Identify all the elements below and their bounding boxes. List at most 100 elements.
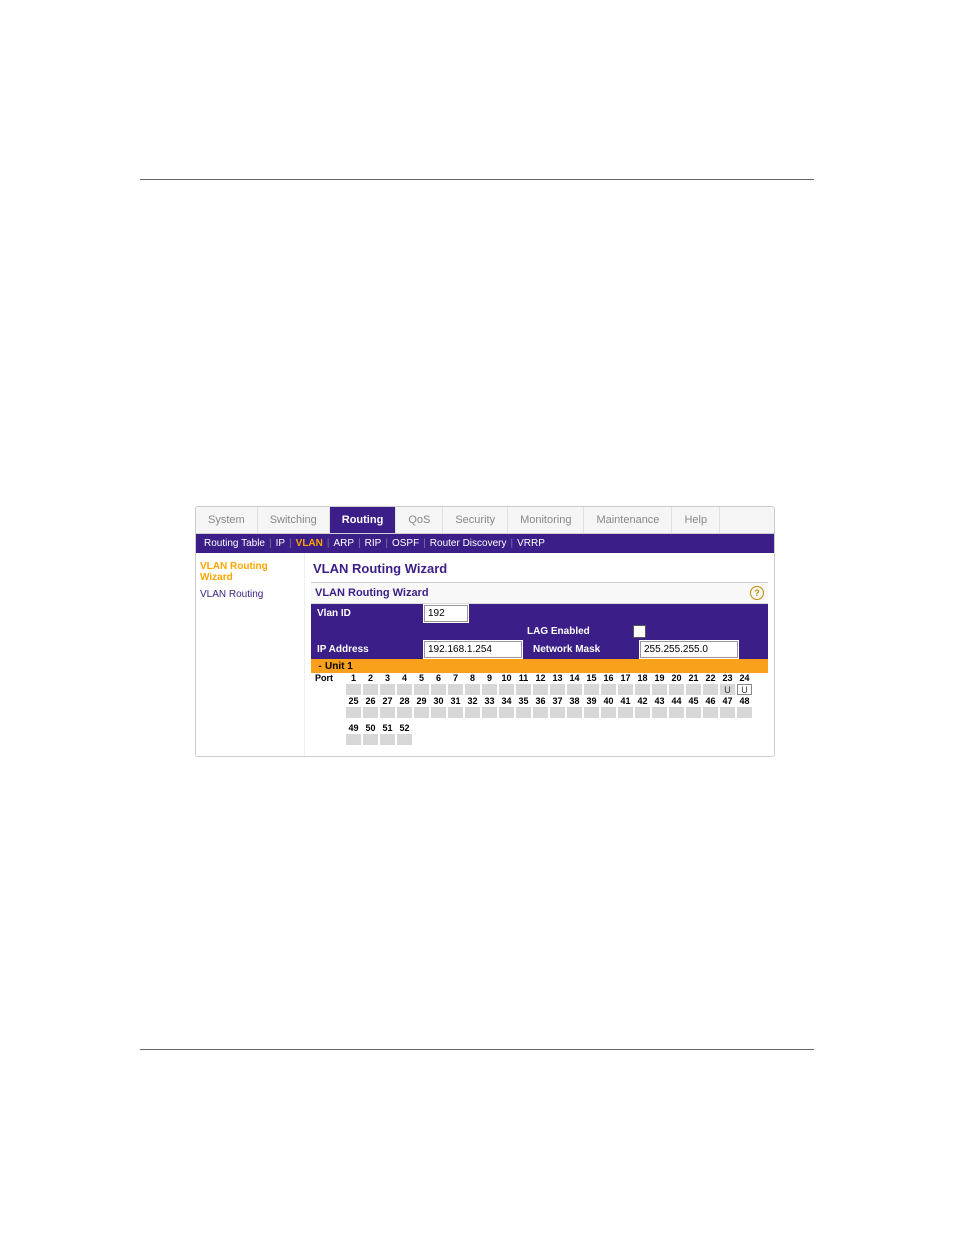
subnav-router-discovery[interactable]: Router Discovery: [430, 538, 507, 549]
tab-maintenance[interactable]: Maintenance: [584, 507, 672, 533]
port-num: 48: [736, 696, 753, 706]
port-num: 52: [396, 723, 413, 733]
port-box[interactable]: [737, 707, 752, 718]
port-box[interactable]: [397, 684, 412, 695]
checkbox-lag-enabled[interactable]: [633, 625, 646, 638]
port-num: 27: [379, 696, 396, 706]
port-box[interactable]: [533, 684, 548, 695]
port-box[interactable]: [703, 707, 718, 718]
subnav-vrrp[interactable]: VRRP: [517, 538, 545, 549]
port-box[interactable]: [567, 707, 582, 718]
port-box[interactable]: [516, 684, 531, 695]
app-window: System Switching Routing QoS Security Mo…: [195, 506, 775, 757]
collapse-icon[interactable]: -: [315, 661, 325, 672]
port-box[interactable]: [499, 707, 514, 718]
port-num: 39: [583, 696, 600, 706]
port-box[interactable]: [363, 684, 378, 695]
port-box[interactable]: [431, 707, 446, 718]
port-box[interactable]: [346, 684, 361, 695]
port-row3-labels: 49 50 51 52: [311, 723, 768, 733]
port-box-23[interactable]: U: [720, 684, 735, 695]
port-box[interactable]: [448, 684, 463, 695]
port-box[interactable]: [397, 734, 412, 745]
label-network-mask: Network Mask: [523, 640, 639, 659]
port-box[interactable]: [635, 707, 650, 718]
subnav-sep: |: [327, 538, 330, 549]
port-box[interactable]: [482, 684, 497, 695]
subnav-sep: |: [423, 538, 426, 549]
tab-qos[interactable]: QoS: [396, 507, 443, 533]
port-box[interactable]: [397, 707, 412, 718]
port-box[interactable]: [414, 707, 429, 718]
port-box[interactable]: [414, 684, 429, 695]
port-row2-boxes: [311, 706, 768, 719]
port-box[interactable]: [380, 684, 395, 695]
port-num: 29: [413, 696, 430, 706]
tab-system[interactable]: System: [196, 507, 258, 533]
port-box[interactable]: [550, 684, 565, 695]
sidebar-vlan-routing-wizard[interactable]: VLAN Routing Wizard: [200, 561, 300, 583]
port-num: 8: [464, 673, 481, 683]
port-box[interactable]: [380, 734, 395, 745]
port-box[interactable]: [465, 707, 480, 718]
subnav-ospf[interactable]: OSPF: [392, 538, 419, 549]
help-icon[interactable]: ?: [750, 586, 764, 600]
port-box[interactable]: [652, 707, 667, 718]
port-box[interactable]: [601, 684, 616, 695]
tab-help[interactable]: Help: [672, 507, 720, 533]
subnav-ip[interactable]: IP: [276, 538, 285, 549]
port-box[interactable]: [584, 707, 599, 718]
unit-row[interactable]: - Unit 1: [311, 659, 768, 673]
subnav-rip[interactable]: RIP: [365, 538, 382, 549]
subnav-routing-table[interactable]: Routing Table: [204, 538, 265, 549]
port-num: 40: [600, 696, 617, 706]
port-box[interactable]: [686, 684, 701, 695]
port-box[interactable]: [448, 707, 463, 718]
port-box[interactable]: [346, 734, 361, 745]
port-box[interactable]: [431, 684, 446, 695]
tab-monitoring[interactable]: Monitoring: [508, 507, 584, 533]
port-box[interactable]: [652, 684, 667, 695]
sidebar-vlan-routing[interactable]: VLAN Routing: [200, 589, 300, 600]
port-box[interactable]: [686, 707, 701, 718]
port-box-24[interactable]: U: [737, 684, 752, 695]
port-box[interactable]: [533, 707, 548, 718]
port-box[interactable]: [567, 684, 582, 695]
port-box[interactable]: [618, 684, 633, 695]
port-box[interactable]: [601, 707, 616, 718]
port-box[interactable]: [584, 684, 599, 695]
port-num: 1: [345, 673, 362, 683]
port-box[interactable]: [482, 707, 497, 718]
port-num: 25: [345, 696, 362, 706]
main-tab-bar: System Switching Routing QoS Security Mo…: [196, 507, 774, 534]
port-row3-boxes: [311, 733, 768, 746]
port-num: 17: [617, 673, 634, 683]
port-box[interactable]: [669, 707, 684, 718]
input-ip-address[interactable]: [424, 641, 522, 658]
port-box[interactable]: [669, 684, 684, 695]
bottom-divider: [140, 1049, 814, 1050]
port-box[interactable]: [380, 707, 395, 718]
port-box[interactable]: [499, 684, 514, 695]
port-num: 46: [702, 696, 719, 706]
tab-security[interactable]: Security: [443, 507, 508, 533]
port-num: 51: [379, 723, 396, 733]
port-box[interactable]: [720, 707, 735, 718]
port-box[interactable]: [363, 734, 378, 745]
port-box[interactable]: [346, 707, 361, 718]
subnav-arp[interactable]: ARP: [334, 538, 355, 549]
input-wrap-mask: [639, 640, 739, 659]
port-box[interactable]: [465, 684, 480, 695]
input-vlan-id[interactable]: [424, 605, 468, 622]
port-box[interactable]: [516, 707, 531, 718]
port-box[interactable]: [635, 684, 650, 695]
port-num: 24: [736, 673, 753, 683]
port-box[interactable]: [618, 707, 633, 718]
port-box[interactable]: [703, 684, 718, 695]
input-network-mask[interactable]: [640, 641, 738, 658]
tab-routing[interactable]: Routing: [330, 507, 397, 533]
subnav-vlan[interactable]: VLAN: [296, 538, 323, 549]
port-box[interactable]: [363, 707, 378, 718]
tab-switching[interactable]: Switching: [258, 507, 330, 533]
port-box[interactable]: [550, 707, 565, 718]
